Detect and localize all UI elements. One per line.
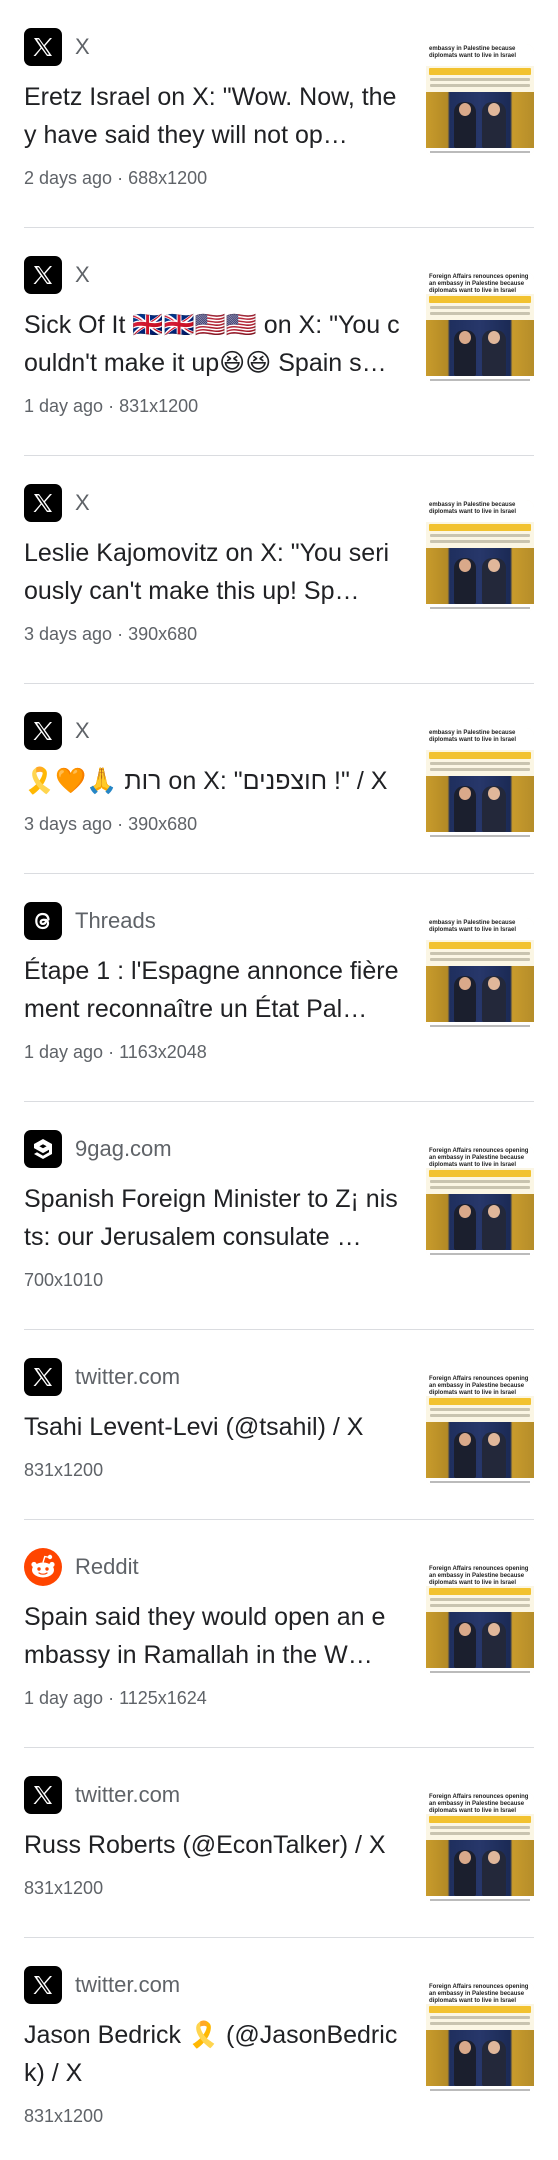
x-logo-icon	[24, 1358, 62, 1396]
thumbnail-headline: Foreign Affairs renounces opening an emb…	[426, 1982, 534, 2004]
x-logo-icon	[24, 1966, 62, 2004]
result-item[interactable]: 9gag.com Spanish Foreign Minister to Z¡ …	[24, 1102, 534, 1330]
result-item[interactable]: twitter.com Russ Roberts (@EconTalker) /…	[24, 1748, 534, 1938]
result-title[interactable]: Sick Of It 🇬🇧🇬🇧🇺🇸🇺🇸 on X: "You couldn't …	[24, 306, 400, 382]
result-title[interactable]: Spanish Foreign Minister to Z¡ nists: ou…	[24, 1180, 400, 1256]
result-item[interactable]: Threads Étape 1 : l'Espagne annonce fièr…	[24, 874, 534, 1102]
threads-logo-icon	[24, 902, 62, 940]
result-meta: 831x1200	[24, 2106, 104, 2126]
source-name: X	[75, 262, 90, 287]
result-meta: 1 day ago · 1163x2048	[24, 1042, 207, 1062]
thumbnail-headline: Foreign Affairs renounces opening an emb…	[426, 1792, 534, 1814]
result-title[interactable]: Tsahi Levent-Levi (@tsahil) / X	[24, 1408, 400, 1446]
result-item[interactable]: twitter.com Jason Bedrick 🎗️ (@JasonBedr…	[24, 1938, 534, 2160]
source-name: twitter.com	[75, 1364, 181, 1389]
x-logo-icon	[24, 484, 62, 522]
result-thumbnail[interactable]: Foreign Affairs renounces opening an emb…	[426, 1374, 534, 1486]
source-name: X	[75, 718, 90, 743]
result-title[interactable]: Eretz Israel on X: "Wow. Now, they have …	[24, 78, 400, 154]
result-thumbnail[interactable]: embassy in Palestine because diplomats w…	[426, 728, 534, 840]
result-title[interactable]: Russ Roberts (@EconTalker) / X	[24, 1826, 400, 1864]
thumbnail-headline: Foreign Affairs renounces opening an emb…	[426, 272, 534, 294]
source-name: 9gag.com	[75, 1136, 172, 1161]
result-title[interactable]: Jason Bedrick 🎗️ (@JasonBedrick) / X	[24, 2016, 400, 2092]
result-title[interactable]: Leslie Kajomovitz on X: "You seriously c…	[24, 534, 400, 610]
result-title[interactable]: 🎗️🧡🙏 רות on X: "חוצפנים !" / X	[24, 762, 400, 800]
source-name: Threads	[75, 908, 156, 933]
thumbnail-headline: embassy in Palestine because diplomats w…	[426, 500, 534, 522]
result-item[interactable]: X 🎗️🧡🙏 רות on X: "חוצפנים !" / X 3 days …	[24, 684, 534, 874]
x-logo-icon	[24, 28, 62, 66]
result-thumbnail[interactable]: embassy in Palestine because diplomats w…	[426, 44, 534, 156]
result-meta: 1 day ago · 1125x1624	[24, 1688, 207, 1708]
thumbnail-headline: Foreign Affairs renounces opening an emb…	[426, 1564, 534, 1586]
result-thumbnail[interactable]: embassy in Palestine because diplomats w…	[426, 918, 534, 1030]
result-meta: 1 day ago · 831x1200	[24, 396, 199, 416]
result-thumbnail[interactable]: Foreign Affairs renounces opening an emb…	[426, 1564, 534, 1676]
source-name: Reddit	[75, 1554, 139, 1579]
result-item[interactable]: X Sick Of It 🇬🇧🇬🇧🇺🇸🇺🇸 on X: "You couldn'…	[24, 228, 534, 456]
source-name: X	[75, 34, 90, 59]
reddit-logo-icon	[24, 1548, 62, 1586]
result-meta: 700x1010	[24, 1270, 104, 1290]
result-meta: 2 days ago · 688x1200	[24, 168, 208, 188]
source-name: X	[75, 490, 90, 515]
thumbnail-headline: Foreign Affairs renounces opening an emb…	[426, 1146, 534, 1168]
result-thumbnail[interactable]: Foreign Affairs renounces opening an emb…	[426, 1792, 534, 1904]
thumbnail-headline: embassy in Palestine because diplomats w…	[426, 918, 534, 940]
result-thumbnail[interactable]: Foreign Affairs renounces opening an emb…	[426, 272, 534, 384]
9gag-logo-icon	[24, 1130, 62, 1168]
result-title[interactable]: Étape 1 : l'Espagne annonce fièrement re…	[24, 952, 400, 1028]
result-title[interactable]: Spain said they would open an embassy in…	[24, 1598, 400, 1674]
x-logo-icon	[24, 1776, 62, 1814]
result-thumbnail[interactable]: Foreign Affairs renounces opening an emb…	[426, 1146, 534, 1258]
x-logo-icon	[24, 712, 62, 750]
x-logo-icon	[24, 256, 62, 294]
source-name: twitter.com	[75, 1972, 181, 1997]
thumbnail-headline: embassy in Palestine because diplomats w…	[426, 728, 534, 750]
result-item[interactable]: X Eretz Israel on X: "Wow. Now, they hav…	[24, 0, 534, 228]
result-item[interactable]: twitter.com Tsahi Levent-Levi (@tsahil) …	[24, 1330, 534, 1520]
result-item[interactable]: Reddit Spain said they would open an emb…	[24, 1520, 534, 1748]
result-item[interactable]: X Leslie Kajomovitz on X: "You seriously…	[24, 456, 534, 684]
thumbnail-headline: embassy in Palestine because diplomats w…	[426, 44, 534, 66]
thumbnail-headline: Foreign Affairs renounces opening an emb…	[426, 1374, 534, 1396]
result-meta: 3 days ago · 390x680	[24, 624, 198, 644]
result-thumbnail[interactable]: Foreign Affairs renounces opening an emb…	[426, 1982, 534, 2094]
result-thumbnail[interactable]: embassy in Palestine because diplomats w…	[426, 500, 534, 612]
image-results-list: X Eretz Israel on X: "Wow. Now, they hav…	[0, 0, 558, 2160]
source-name: twitter.com	[75, 1782, 181, 1807]
